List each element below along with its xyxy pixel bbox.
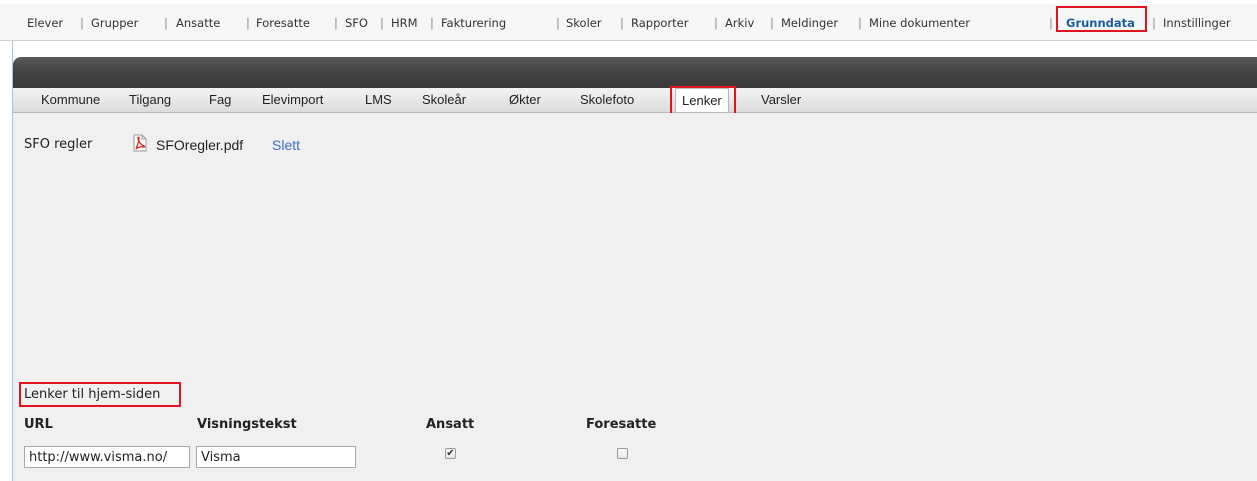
nav-separator: | (556, 16, 560, 30)
nav-item-rapporter[interactable]: Rapporter (631, 16, 688, 30)
display-text-input[interactable] (196, 446, 356, 468)
nav-item-foresatte[interactable]: Foresatte (256, 16, 310, 30)
nav-separator: | (714, 16, 718, 30)
tab-skolefoto[interactable]: Skolefoto (580, 92, 634, 107)
highlight-box-section (19, 382, 181, 407)
nav-item-grupper[interactable]: Grupper (91, 16, 138, 30)
nav-separator: | (620, 16, 624, 30)
highlight-box-grunndata (1056, 6, 1147, 32)
nav-separator: | (858, 16, 862, 30)
nav-separator: | (770, 16, 774, 30)
tab-elevimport[interactable]: Elevimport (262, 92, 323, 107)
nav-separator: | (80, 16, 84, 30)
nav-separator: | (164, 16, 168, 30)
foresatte-checkbox[interactable] (617, 448, 628, 459)
nav-separator: | (430, 16, 434, 30)
highlight-box-lenker (670, 86, 736, 116)
column-header-ansatt: Ansatt (426, 417, 475, 432)
tab-varsler[interactable]: Varsler (761, 92, 801, 107)
nav-item-ansatte[interactable]: Ansatte (176, 16, 220, 30)
nav-item-fakturering[interactable]: Fakturering (441, 16, 506, 30)
tab-okter[interactable]: Økter (509, 92, 541, 107)
nav-item-elever[interactable]: Elever (27, 16, 63, 30)
tab-skolear[interactable]: Skoleår (422, 92, 466, 107)
header-bar (13, 57, 1257, 88)
nav-item-sfo[interactable]: SFO (345, 16, 368, 30)
tab-lms[interactable]: LMS (365, 92, 392, 107)
nav-separator: | (1049, 16, 1053, 30)
tab-kommune[interactable]: Kommune (41, 92, 100, 107)
file-name-link[interactable]: SFOregler.pdf (156, 137, 243, 153)
file-label: SFO regler (24, 137, 93, 152)
tab-bar: Kommune Tilgang Fag Elevimport LMS Skole… (13, 88, 1257, 113)
nav-separator: | (334, 16, 338, 30)
nav-separator: | (246, 16, 250, 30)
pdf-icon (132, 134, 148, 152)
nav-item-skoler[interactable]: Skoler (566, 16, 602, 30)
tab-fag[interactable]: Fag (209, 92, 231, 107)
ansatt-checkbox[interactable]: ✔ (445, 448, 456, 459)
column-header-visningstekst: Visningstekst (197, 417, 297, 432)
nav-item-meldinger[interactable]: Meldinger (781, 16, 838, 30)
delete-link[interactable]: Slett (272, 137, 300, 153)
tab-tilgang[interactable]: Tilgang (129, 92, 171, 107)
nav-item-innstillinger[interactable]: Innstillinger (1163, 16, 1231, 30)
url-input[interactable] (24, 446, 190, 468)
column-header-url: URL (24, 417, 53, 432)
nav-separator: | (380, 16, 384, 30)
nav-separator: | (1152, 16, 1156, 30)
nav-item-mine-dokumenter[interactable]: Mine dokumenter (869, 16, 970, 30)
nav-item-hrm[interactable]: HRM (391, 16, 418, 30)
nav-item-arkiv[interactable]: Arkiv (725, 16, 754, 30)
column-header-foresatte: Foresatte (586, 417, 657, 432)
